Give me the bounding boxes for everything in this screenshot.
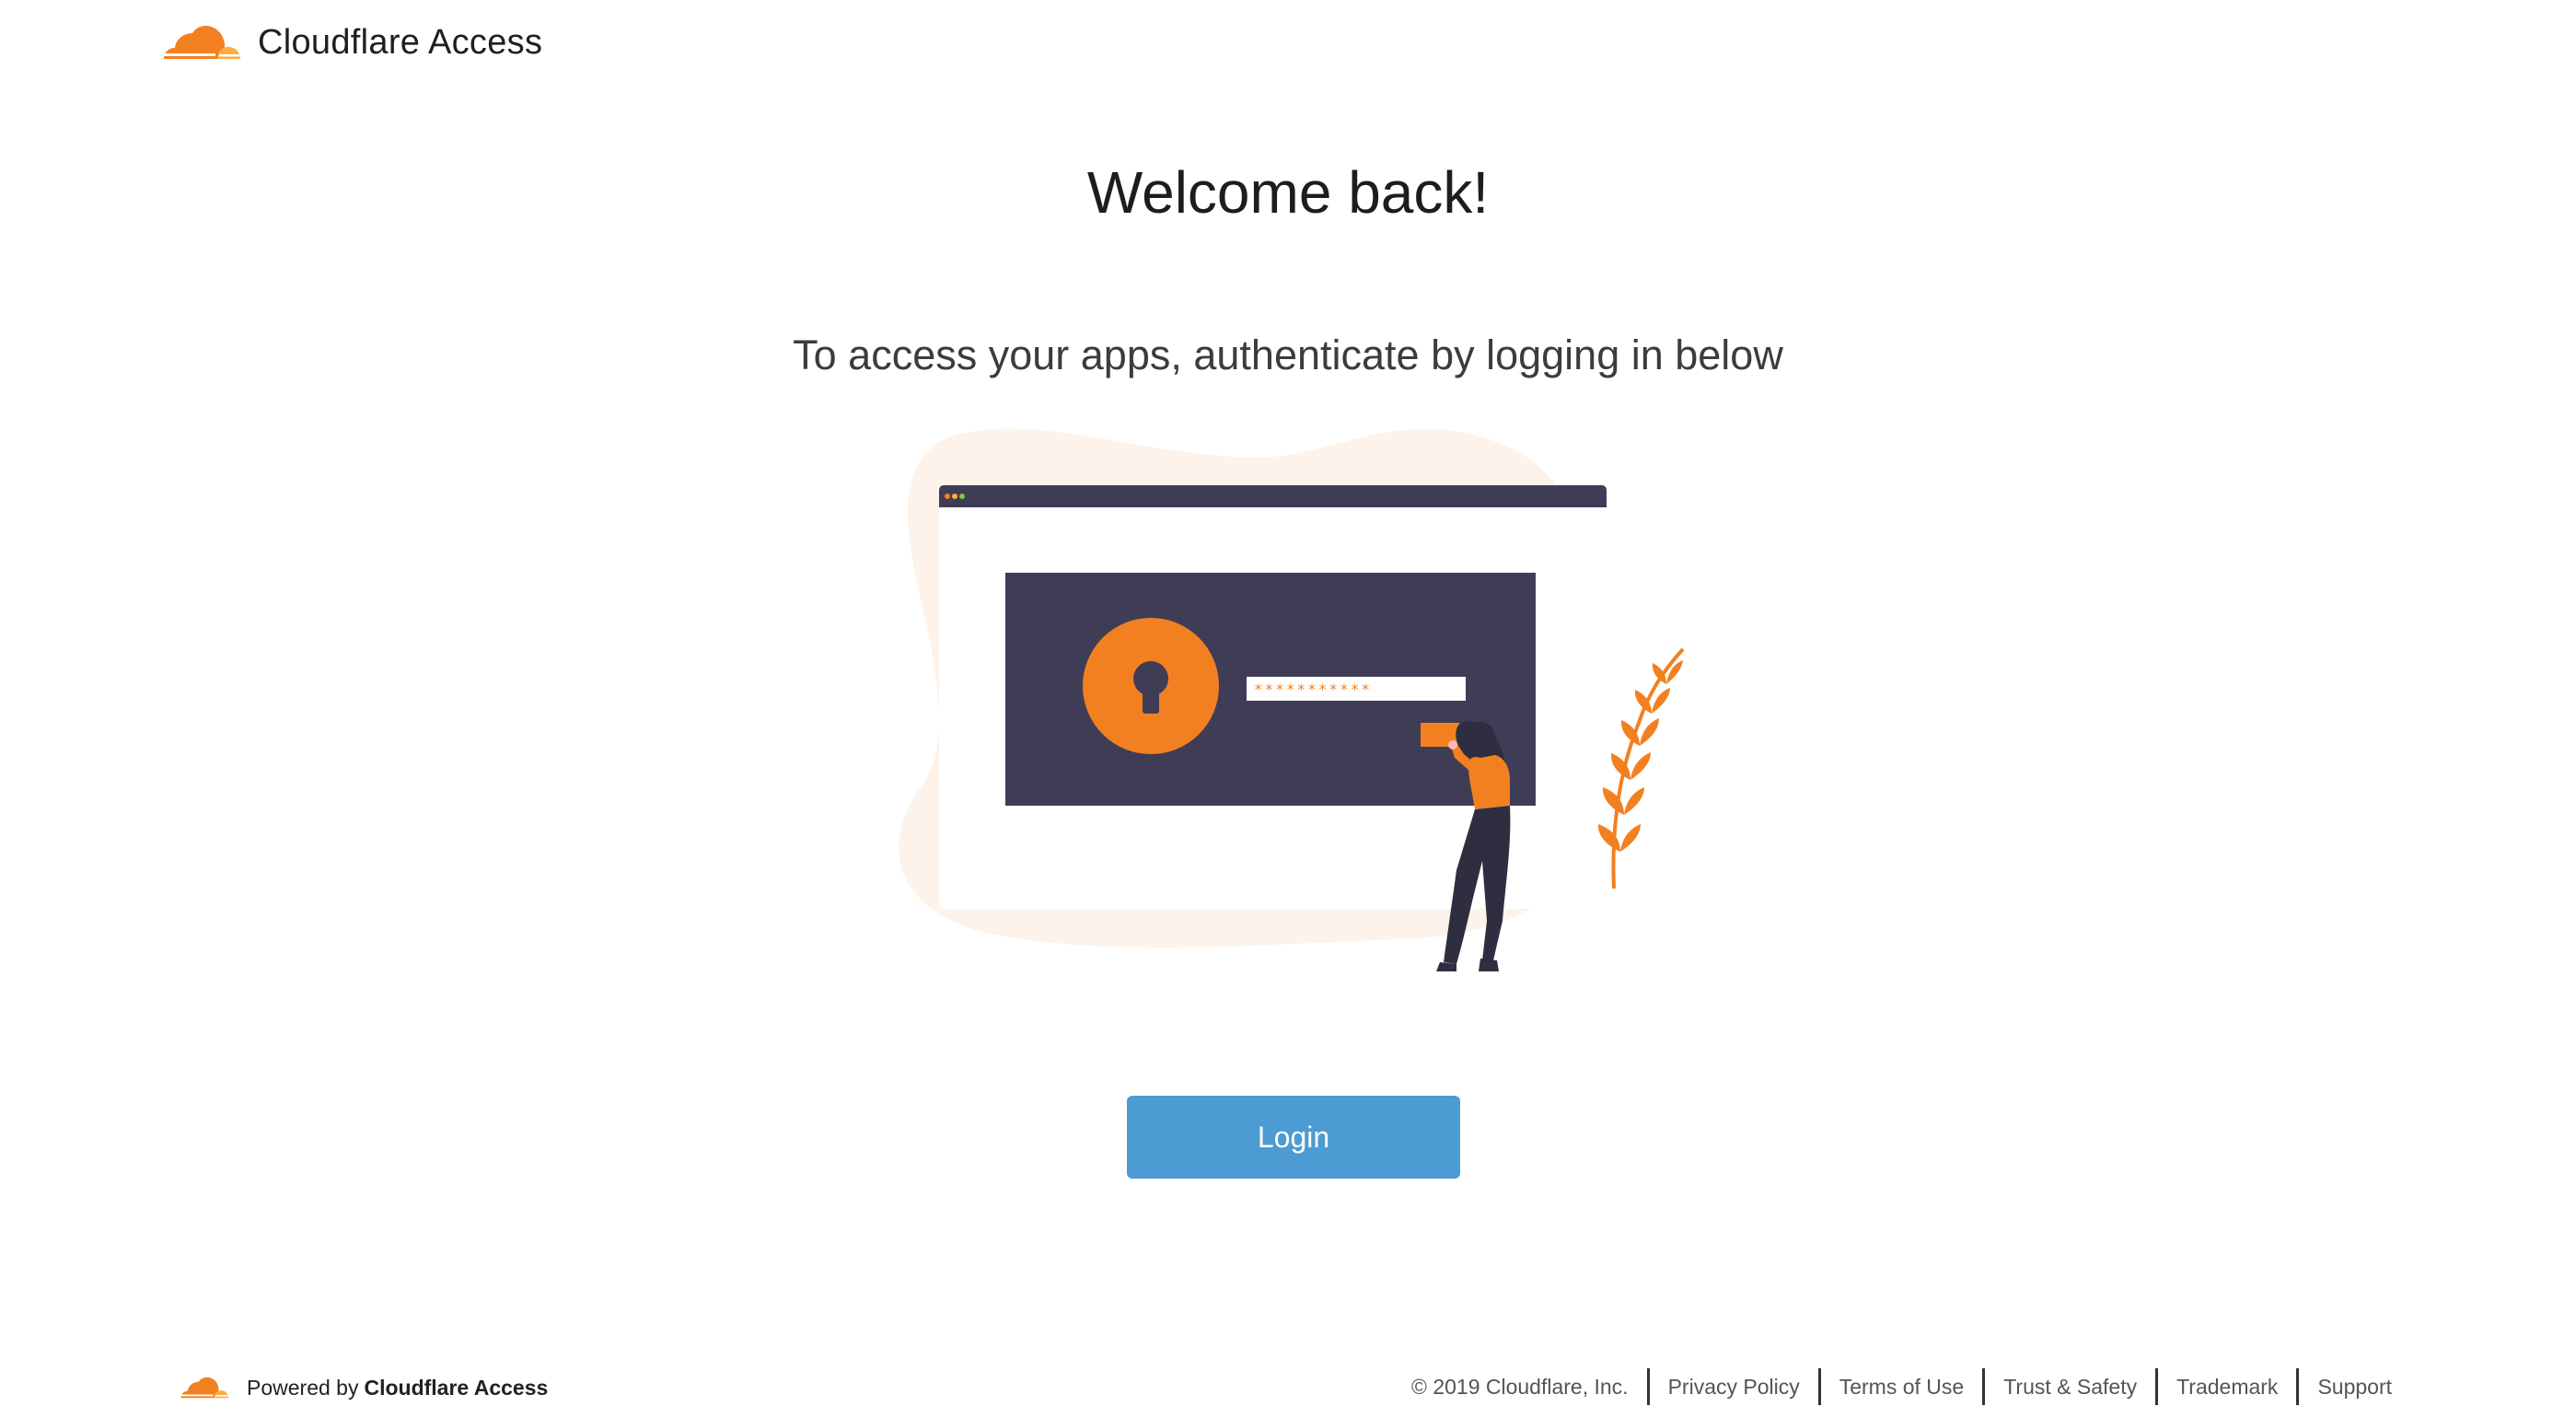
page-title: Welcome back! <box>1086 159 1490 226</box>
powered-by-text: Powered by <box>247 1375 359 1400</box>
brand-name: Cloudflare Access <box>258 22 543 62</box>
support-link[interactable]: Support <box>2317 1375 2392 1399</box>
plant-decoration <box>1597 647 1685 889</box>
footer-links: © 2019 Cloudflare, Inc. Privacy Policy T… <box>1393 1366 2410 1407</box>
trademark-link[interactable]: Trademark <box>2176 1375 2278 1399</box>
powered-by-brand: Cloudflare Access <box>364 1375 549 1400</box>
cloudflare-cloud-icon <box>179 1377 229 1399</box>
terms-of-use-link[interactable]: Terms of Use <box>1839 1375 1964 1399</box>
login-illustration: *********** <box>899 428 1685 971</box>
footer-powered-by: Powered by Cloudflare Access <box>179 1369 548 1406</box>
login-panel: *********** <box>1005 573 1536 806</box>
login-button[interactable]: Login <box>1127 1096 1460 1179</box>
password-mask: *********** <box>1254 680 1372 698</box>
cloudflare-cloud-icon[interactable] <box>160 22 243 63</box>
page-subtitle: To access your apps, authenticate by log… <box>793 331 1783 378</box>
header: Cloudflare Access <box>160 17 542 68</box>
privacy-policy-link[interactable]: Privacy Policy <box>1668 1375 1800 1399</box>
copyright-text: © 2019 Cloudflare, Inc. <box>1410 1375 1629 1399</box>
trust-and-safety-link[interactable]: Trust & Safety <box>2003 1375 2137 1399</box>
